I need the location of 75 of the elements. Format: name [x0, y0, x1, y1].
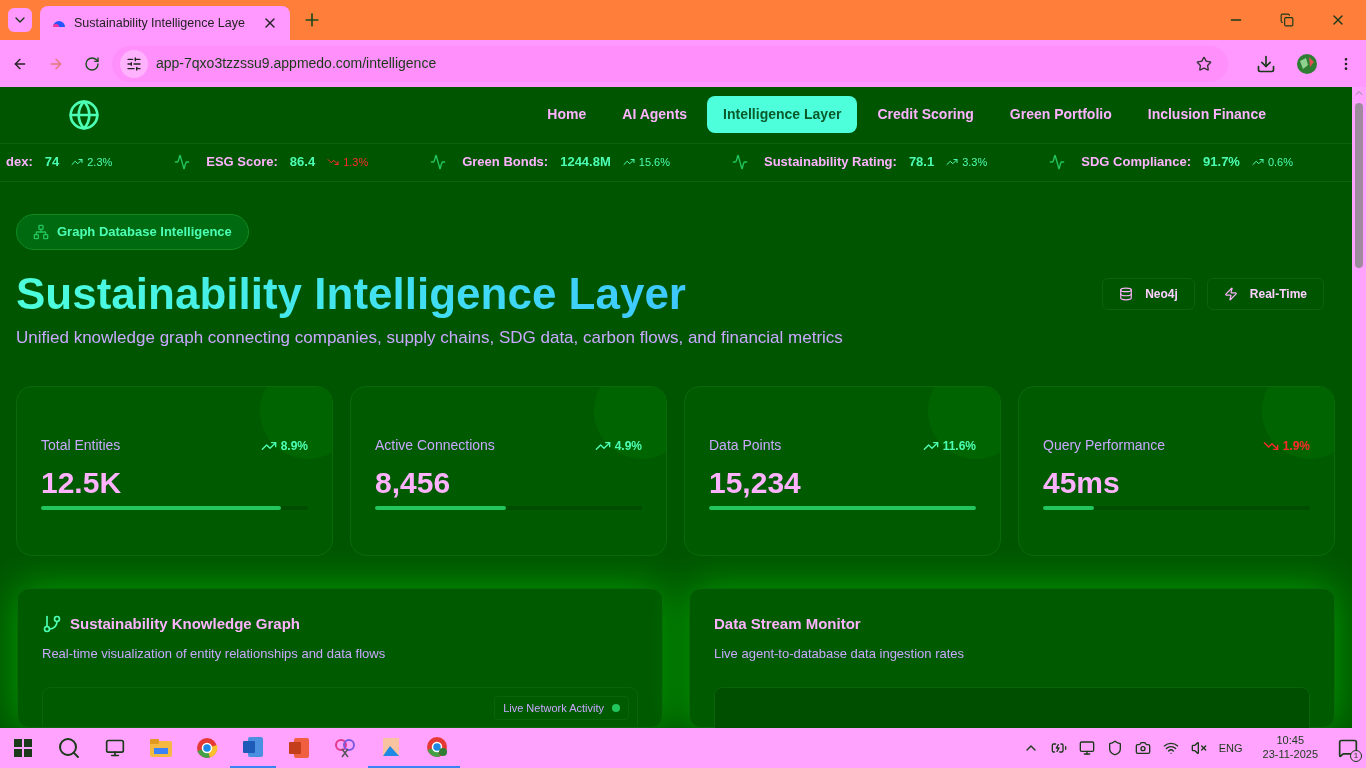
- stat-label: Total Entities: [41, 436, 121, 455]
- address-bar[interactable]: app-7qxo3tzzssu9.appmedo.com/intelligence: [112, 45, 1228, 82]
- nav-tab[interactable]: AI Agents: [606, 96, 704, 134]
- panel-title: Sustainability Knowledge Graph: [70, 614, 301, 634]
- ticker-label: Green Bonds:: [462, 153, 549, 172]
- stat-change: 8.9%: [260, 436, 308, 455]
- ticker-change: 1.3%: [327, 153, 369, 171]
- download-icon[interactable]: [1256, 53, 1276, 74]
- restore-icon[interactable]: [1280, 13, 1294, 27]
- tech-tag: Neo4j: [1102, 277, 1195, 310]
- network-icon: [33, 223, 49, 240]
- stat-value: 12.5K: [41, 465, 123, 501]
- activity-icon: [430, 154, 447, 171]
- ticker-label: Sustainability Rating:: [763, 153, 897, 172]
- scrollbar[interactable]: [1352, 87, 1366, 728]
- panel-subtitle: Real-time visualization of entity relationships and data flows: [42, 644, 387, 663]
- url-text: app-7qxo3tzzssu9.appmedo.com/intelligence: [156, 54, 438, 73]
- security-icon[interactable]: [1106, 740, 1123, 756]
- clock-time: 10:45: [1276, 734, 1305, 748]
- globe-logo-icon[interactable]: [68, 98, 100, 131]
- battery-icon[interactable]: [1050, 740, 1067, 756]
- ticker-value: 91.7%: [1203, 153, 1240, 172]
- ticker-label: dex:: [6, 153, 33, 172]
- live-status-chip: Live Network Activity: [494, 696, 629, 720]
- activity-icon: [1049, 154, 1066, 171]
- clock[interactable]: 10:45 23-11-2025: [1262, 734, 1318, 762]
- stat-change: 4.9%: [594, 436, 642, 455]
- nav-tab[interactable]: Inclusion Finance: [1131, 96, 1282, 134]
- display-icon[interactable]: [1078, 740, 1095, 756]
- panel-title: Data Stream Monitor: [714, 614, 862, 634]
- ticker-change: 15.6%: [622, 153, 670, 171]
- camera-icon[interactable]: [1134, 740, 1151, 756]
- reload-icon[interactable]: [84, 55, 100, 72]
- muted-speaker-icon[interactable]: [1190, 740, 1207, 756]
- browser-tab[interactable]: Sustainability Intelligence Laye: [40, 6, 290, 40]
- ticker-value: 78.1: [908, 153, 935, 172]
- nav-tab[interactable]: Home: [531, 96, 603, 134]
- ticker-value: 86.4: [289, 153, 316, 172]
- wifi-icon[interactable]: [1162, 740, 1179, 756]
- panel-subtitle: Live agent-to-database data ingestion rates: [714, 644, 966, 663]
- cloud-icon: [52, 18, 66, 28]
- tech-tag: Real-Time: [1206, 277, 1324, 310]
- stat-label: Query Performance: [1043, 436, 1166, 455]
- stat-label: Active Connections: [375, 436, 495, 455]
- notification-count: 1: [1350, 750, 1362, 762]
- ticker-value: 74: [44, 153, 60, 172]
- activity-icon: [731, 154, 748, 171]
- tab-title: Sustainability Intelligence Laye: [74, 14, 246, 32]
- bookmark-star-icon[interactable]: [1196, 55, 1212, 72]
- activity-icon: [174, 154, 191, 171]
- site-settings-icon[interactable]: [126, 55, 142, 72]
- nav-tab[interactable]: Intelligence Layer: [707, 96, 858, 134]
- database-icon: [1119, 286, 1134, 301]
- stat-value: 8,456: [375, 465, 452, 501]
- nav-tab[interactable]: Green Portfolio: [993, 96, 1128, 134]
- stat-value: 15,234: [709, 465, 802, 501]
- stat-change: 1.9%: [1262, 436, 1310, 455]
- stat-label: Data Points: [709, 436, 782, 455]
- scrollbar-thumb[interactable]: [1355, 103, 1363, 268]
- language-indicator[interactable]: ENG: [1218, 739, 1243, 757]
- clock-date: 23-11-2025: [1262, 748, 1318, 762]
- section-badge: Graph Database Intelligence: [16, 213, 249, 250]
- nav-tab[interactable]: Credit Scoring: [861, 96, 990, 134]
- branch-icon: [42, 614, 62, 635]
- page-subtitle: Unified knowledge graph connecting companies, supply chains, SDG data, carbon flows, and financial metrics: [16, 326, 844, 349]
- ticker-value: 1244.8M: [560, 153, 611, 172]
- ticker-change: 2.3%: [71, 153, 113, 171]
- profile-avatar[interactable]: [1296, 52, 1318, 75]
- stat-change: 11.6%: [922, 436, 976, 455]
- stat-value: 45ms: [1043, 465, 1121, 501]
- ticker-change: 0.6%: [1251, 153, 1293, 171]
- ticker-label: ESG Score:: [206, 153, 278, 172]
- ticker-label: SDG Compliance:: [1081, 153, 1192, 172]
- bolt-icon: [1223, 286, 1238, 301]
- ticker-change: 3.3%: [946, 153, 988, 171]
